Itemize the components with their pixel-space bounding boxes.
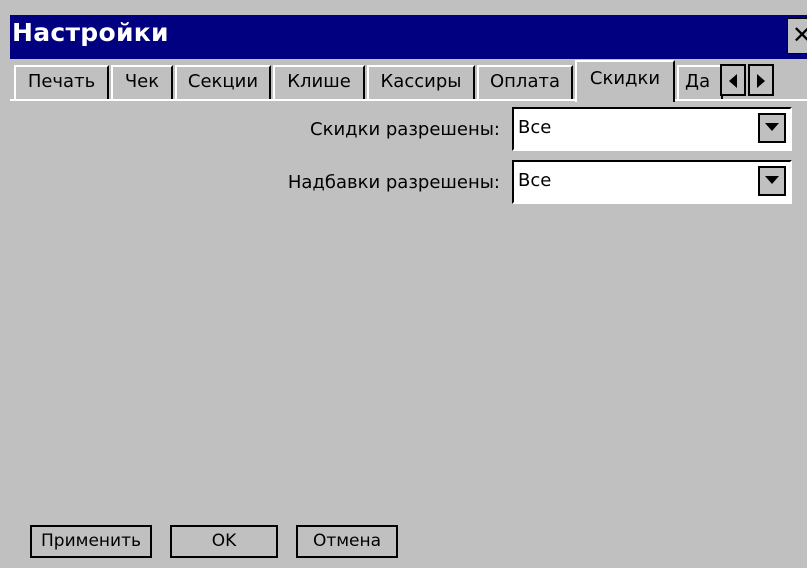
chevron-down-icon bbox=[765, 123, 779, 131]
markups-label: Надбавки разрешены: bbox=[287, 172, 500, 193]
ok-label: OK bbox=[211, 531, 237, 551]
markups-select[interactable]: Все bbox=[512, 160, 792, 204]
discounts-label: Скидки разрешены: bbox=[310, 119, 500, 140]
tab-receipt[interactable]: Чек bbox=[111, 65, 173, 99]
tab-label: Скидки bbox=[589, 68, 661, 89]
arrow-right-icon bbox=[757, 74, 765, 88]
tab-more[interactable]: Да bbox=[677, 65, 723, 99]
ok-button[interactable]: OK bbox=[170, 525, 278, 558]
close-icon: ✕ bbox=[791, 21, 807, 49]
tab-payment[interactable]: Оплата bbox=[477, 65, 573, 99]
apply-label: Применить bbox=[41, 531, 141, 551]
tab-scroll-right-button[interactable] bbox=[748, 64, 774, 96]
arrow-left-icon bbox=[729, 74, 737, 88]
tab-cashiers[interactable]: Кассиры bbox=[367, 65, 475, 99]
tab-print[interactable]: Печать bbox=[14, 65, 109, 99]
tab-sections[interactable]: Секции bbox=[175, 65, 271, 99]
tab-label: Печать bbox=[27, 71, 96, 92]
tab-label: Да bbox=[685, 71, 711, 92]
window-title: Настройки bbox=[12, 18, 169, 47]
tab-label: Клише bbox=[287, 71, 351, 92]
markups-dropdown-button[interactable] bbox=[758, 166, 786, 196]
tab-divider bbox=[10, 99, 807, 101]
tab-label: Секции bbox=[187, 71, 259, 92]
title-bar: Настройки ✕ bbox=[10, 15, 807, 59]
tab-scroll-left-button[interactable] bbox=[720, 64, 746, 96]
close-button[interactable]: ✕ bbox=[787, 18, 807, 54]
tab-header[interactable]: Клише bbox=[273, 65, 365, 99]
tab-discounts[interactable]: Скидки bbox=[575, 60, 675, 102]
tab-label: Кассиры bbox=[380, 71, 462, 92]
markups-value: Все bbox=[518, 170, 552, 191]
chevron-down-icon bbox=[765, 176, 779, 184]
discounts-value: Все bbox=[518, 117, 552, 138]
discounts-dropdown-button[interactable] bbox=[758, 113, 786, 143]
tab-label: Оплата bbox=[490, 71, 560, 92]
cancel-button[interactable]: Отмена bbox=[296, 525, 398, 558]
cancel-label: Отмена bbox=[312, 531, 382, 551]
apply-button[interactable]: Применить bbox=[30, 525, 152, 558]
discounts-select[interactable]: Все bbox=[512, 107, 792, 151]
tab-label: Чек bbox=[124, 71, 160, 92]
